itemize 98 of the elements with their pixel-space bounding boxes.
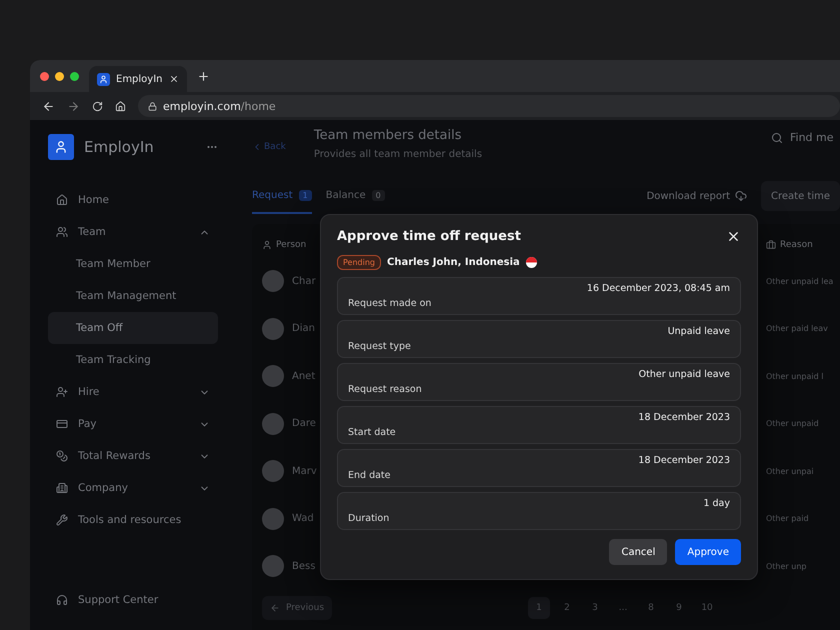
avatar: [262, 508, 284, 530]
create-button[interactable]: Create time: [761, 181, 840, 212]
page-title: Team members details: [314, 128, 462, 143]
home-icon[interactable]: [115, 100, 126, 112]
avatar: [262, 412, 284, 435]
reason-cell-text: Other paid leav: [766, 324, 829, 334]
building-icon: [56, 482, 68, 494]
avatar: [262, 270, 284, 292]
count-badge: 0: [372, 190, 385, 201]
person-name: Dare: [292, 418, 316, 430]
field-label: Request made on: [348, 298, 432, 309]
search-field[interactable]: Find me: [771, 130, 840, 145]
page-button[interactable]: 2: [556, 597, 578, 619]
person-icon: [262, 240, 272, 250]
column-header: Person: [262, 240, 306, 250]
reason-cell-text: Other unpaid l: [766, 372, 824, 381]
close-button[interactable]: [726, 229, 741, 244]
sidebar-item[interactable]: Home: [48, 184, 218, 216]
sidebar-subitem[interactable]: Team Management: [48, 280, 218, 312]
back-arrow-icon[interactable]: [42, 100, 55, 112]
page-subtitle: Provides all team member details: [314, 149, 484, 160]
support-center-link[interactable]: Support Center: [48, 584, 218, 616]
sidebar-subitem[interactable]: Team Member: [48, 248, 218, 280]
approve-button[interactable]: Approve: [675, 539, 741, 565]
sidebar-item[interactable]: Pay: [48, 408, 218, 440]
field-value: Other unpaid leave: [638, 369, 730, 380]
browser-tab[interactable]: EmployIn: [89, 66, 187, 92]
sidebar-item[interactable]: Company: [48, 472, 218, 504]
field-value: 16 December 2023, 08:45 am: [586, 283, 730, 294]
app-logo-icon: [48, 134, 74, 160]
page-button[interactable]: 10: [696, 597, 718, 619]
flag-icon: [526, 257, 537, 268]
maximize-window-dot[interactable]: [70, 72, 79, 80]
add-person-icon: [56, 386, 68, 398]
page-button[interactable]: 3: [584, 597, 606, 619]
avatar: [262, 460, 284, 482]
wrench-icon: [56, 514, 68, 526]
search-icon: [771, 132, 783, 144]
new-tab-icon[interactable]: [196, 70, 210, 82]
sidebar-subitem[interactable]: Team Off: [48, 312, 218, 344]
close-icon[interactable]: [168, 74, 179, 84]
sidebar-subitem[interactable]: Team Tracking: [48, 344, 218, 376]
headphones-icon: [56, 594, 68, 606]
avatar: [262, 365, 284, 388]
field-value: 18 December 2023: [638, 412, 730, 423]
avatar: [262, 318, 284, 340]
tab[interactable]: Balance 0: [326, 178, 385, 214]
briefcase-icon: [766, 240, 776, 250]
cancel-button[interactable]: Cancel: [609, 539, 668, 565]
cloud-download-icon: [735, 190, 747, 202]
dialog-title: Approve time off request: [337, 229, 521, 244]
coins-icon: [56, 450, 68, 462]
sidebar-item[interactable]: Tools and resources: [48, 504, 218, 536]
sidebar-item[interactable]: Total Rewards: [48, 440, 218, 472]
person-name: Dian: [292, 323, 315, 334]
lock-icon: [148, 102, 157, 110]
status-badge: Pending: [337, 255, 381, 270]
people-icon: [56, 226, 68, 238]
reason-cell-text: Other unpai: [766, 466, 815, 476]
reason-cell-text: Other unpaid lea: [766, 276, 834, 286]
minimize-window-dot[interactable]: [55, 72, 64, 80]
card-icon: [56, 418, 68, 430]
field-label: End date: [348, 470, 390, 481]
person-name: Marv: [292, 466, 317, 477]
field-value: 18 December 2023: [638, 455, 730, 466]
column-header: Reason: [766, 240, 840, 250]
app-logo-icon: [97, 72, 110, 86]
close-window-dot[interactable]: [40, 72, 49, 80]
reload-icon[interactable]: [92, 100, 103, 112]
count-badge: 1: [298, 190, 312, 201]
reason-cell-text: Other unp: [766, 562, 808, 571]
field-label: Request reason: [348, 384, 422, 395]
person-name: Anet: [292, 370, 316, 382]
sidebar-item[interactable]: Hire: [48, 376, 218, 408]
download-report-link[interactable]: Download report: [646, 190, 747, 202]
house-icon: [56, 194, 68, 206]
person-name: Wad: [292, 513, 314, 524]
field-label: Request type: [348, 341, 411, 352]
person-name: Char: [292, 276, 316, 287]
reason-cell-text: Other unpaid: [766, 419, 820, 428]
previous-button[interactable]: Previous: [262, 596, 332, 620]
field-label: Start date: [348, 427, 396, 438]
page-button[interactable]: 8: [640, 597, 662, 619]
avatar: [262, 555, 284, 578]
arrow-left-icon: [270, 603, 280, 613]
field-label: Duration: [348, 513, 390, 524]
reason-cell-text: Other paid: [766, 514, 810, 524]
page-button[interactable]: ...: [612, 597, 634, 619]
address-bar[interactable]: employin.com/home: [138, 95, 840, 117]
tab[interactable]: Request 1: [252, 178, 312, 214]
field-value: Unpaid leave: [668, 326, 730, 337]
sidebar-item[interactable]: Team: [48, 216, 218, 248]
field-value: 1 day: [703, 498, 730, 509]
person-name: Bess: [292, 560, 316, 572]
person-name: Charles John, Indonesia: [386, 257, 520, 268]
brand-name: EmployIn: [84, 138, 155, 156]
page-button[interactable]: 9: [668, 597, 690, 619]
forward-arrow-icon[interactable]: [67, 100, 80, 112]
